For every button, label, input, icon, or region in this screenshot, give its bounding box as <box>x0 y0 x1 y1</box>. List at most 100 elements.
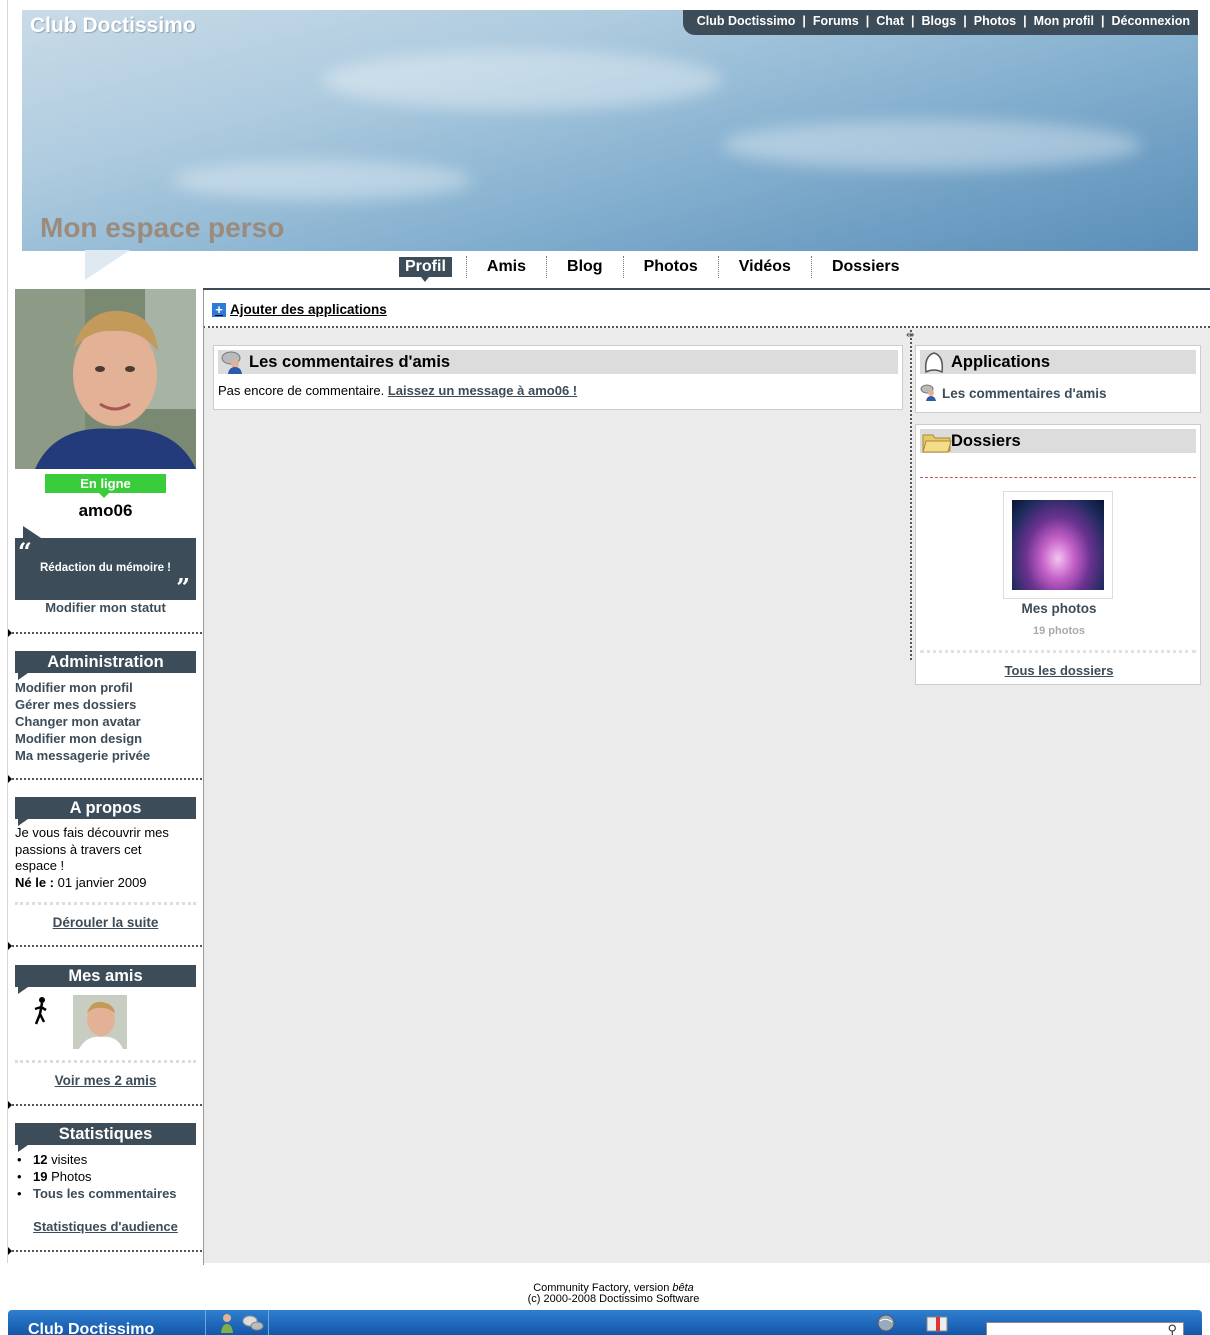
search-input[interactable]: ⚲ <box>986 1322 1184 1335</box>
admin-link-profile[interactable]: Modifier mon profil <box>15 679 150 696</box>
column-handle-icon[interactable]: ⇹ <box>906 330 914 341</box>
photos-label: Photos <box>47 1169 92 1184</box>
status-quote: “ Rédaction du mémoire ! ” <box>15 526 196 602</box>
photos-count: 19 <box>33 1169 48 1184</box>
stats-photos: 19 Photos <box>15 1168 177 1185</box>
comments-panel: Les commentaires d'amis Pas encore de co… <box>213 345 903 410</box>
all-comments-link[interactable]: Tous les commentaires <box>33 1186 177 1201</box>
online-status-badge: En ligne <box>45 474 166 498</box>
column-divider <box>910 330 912 660</box>
header-banner: Club Doctissimo Mon espace perso Club Do… <box>22 10 1198 251</box>
globe-toolbar-icon[interactable] <box>876 1313 896 1335</box>
espace-title: Mon espace perso <box>40 212 285 243</box>
tab-dossiers[interactable]: Dossiers <box>826 257 906 277</box>
topnav-chat[interactable]: Chat <box>876 14 904 28</box>
chat-toolbar-icon[interactable] <box>242 1314 264 1335</box>
stats-comments: Tous les commentaires <box>15 1185 177 1202</box>
status-text: Rédaction du mémoire ! <box>40 562 171 574</box>
modify-status-link[interactable]: Modifier mon statut <box>15 600 196 615</box>
friends-toolbar-icon[interactable] <box>220 1313 238 1335</box>
stats-title: Statistiques <box>15 1123 196 1152</box>
app-item-comments[interactable]: Les commentaires d'amis <box>942 386 1107 401</box>
folder-icon <box>922 429 952 453</box>
tab-photos[interactable]: Photos <box>638 257 704 277</box>
separator <box>8 629 202 637</box>
about-line: Je vous fais découvrir mes <box>15 825 169 840</box>
comments-icon <box>220 350 244 374</box>
site-title[interactable]: Club Doctissimo <box>30 14 196 38</box>
comments-body: Pas encore de commentaire. Laissez un me… <box>218 383 898 398</box>
about-line: espace ! <box>15 858 65 873</box>
topnav-photos[interactable]: Photos <box>974 14 1016 28</box>
about-title: A propos <box>15 797 196 826</box>
tab-amis[interactable]: Amis <box>481 257 532 277</box>
username: amo06 <box>78 501 133 520</box>
applications-list: Les commentaires d'amis <box>920 383 1196 404</box>
visits-label: visites <box>47 1152 88 1167</box>
album-thumbnail[interactable] <box>1003 491 1113 599</box>
main-content: + Ajouter des applications ⇹ Les commenta… <box>203 288 1210 1265</box>
topnav-blogs[interactable]: Blogs <box>922 14 957 28</box>
about-line: passions à travers cet <box>15 841 142 857</box>
plus-icon: + <box>212 302 226 317</box>
comments-app-icon <box>920 383 938 404</box>
friend-avatar[interactable] <box>73 995 127 1049</box>
applications-panel: Applications Les commentaires d'amis <box>915 345 1201 413</box>
tab-blog[interactable]: Blog <box>561 257 609 277</box>
avatar[interactable] <box>15 289 196 469</box>
separator <box>8 1247 202 1255</box>
footer-credits: Community Factory, version bêta (c) 2000… <box>0 1283 1210 1305</box>
album-photo-count: 19 photos <box>1033 625 1085 637</box>
topnav-logout[interactable]: Déconnexion <box>1112 14 1191 28</box>
divider <box>920 650 1196 653</box>
admin-link-messagerie[interactable]: Ma messagerie privée <box>15 747 150 764</box>
dossiers-panel-title: Dossiers <box>951 431 1021 450</box>
search-icon[interactable]: ⚲ <box>1167 1322 1177 1335</box>
comments-panel-title: Les commentaires d'amis <box>249 352 451 371</box>
topnav-profil[interactable]: Mon profil <box>1034 14 1094 28</box>
mail-toolbar-icon[interactable] <box>926 1314 948 1335</box>
dossiers-panel-header: Dossiers <box>920 429 1196 453</box>
stats-visits: 12 visites <box>15 1151 177 1168</box>
visits-count: 12 <box>33 1152 48 1167</box>
friends-link[interactable]: Voir mes 2 amis <box>15 1073 196 1088</box>
no-comments-text: Pas encore de commentaire. <box>218 383 388 398</box>
admin-link-design[interactable]: Modifier mon design <box>15 730 150 747</box>
dossiers-divider <box>920 477 1196 478</box>
friends-title: Mes amis <box>15 965 196 994</box>
album-name[interactable]: Mes photos <box>916 601 1202 616</box>
about-more-link[interactable]: Dérouler la suite <box>15 915 196 930</box>
friend-stickman-icon[interactable] <box>33 996 49 1037</box>
add-applications-link[interactable]: + Ajouter des applications <box>212 302 387 317</box>
separator <box>8 942 202 950</box>
admin-link-avatar[interactable]: Changer mon avatar <box>15 713 150 730</box>
topnav-forums[interactable]: Forums <box>813 14 859 28</box>
admin-links: Modifier mon profil Gérer mes dossiers C… <box>15 679 150 764</box>
divider <box>15 1060 196 1064</box>
separator <box>8 775 202 783</box>
admin-title: Administration <box>15 651 196 680</box>
birth-value: 01 janvier 2009 <box>54 874 147 890</box>
tab-videos[interactable]: Vidéos <box>733 257 797 277</box>
open-quote-icon: “ <box>18 537 32 566</box>
topnav-club[interactable]: Club Doctissimo <box>697 14 796 28</box>
tab-profil[interactable]: Profil <box>399 257 452 282</box>
all-dossiers-link[interactable]: Tous les dossiers <box>916 663 1202 678</box>
audience-stats-link[interactable]: Statistiques d'audience <box>15 1219 196 1234</box>
admin-link-dossiers[interactable]: Gérer mes dossiers <box>15 696 150 713</box>
header-pointer <box>85 250 130 280</box>
about-text: Je vous fais découvrir mes passions à tr… <box>15 825 196 891</box>
leave-message-link[interactable]: Laissez un message à amo06 ! <box>388 383 577 398</box>
applications-icon <box>922 350 946 374</box>
applications-panel-header: Applications <box>920 350 1196 374</box>
dossiers-panel: Dossiers Mes photos 19 photos Tous les d… <box>915 424 1201 685</box>
bottom-bar-title[interactable]: Club Doctissimo <box>28 1321 154 1335</box>
bottom-toolbar: Club Doctissimo ⚲ <box>8 1310 1202 1335</box>
top-navigation: Club Doctissimo | Forums | Chat | Blogs | Ph… <box>682 10 1198 35</box>
profile-tabs: Profil Amis Blog Photos Vidéos Dossiers <box>399 256 906 282</box>
comments-panel-header: Les commentaires d'amis <box>218 350 898 374</box>
close-quote-icon: ” <box>176 573 190 602</box>
stats-list: 12 visites 19 Photos Tous les commentair… <box>15 1151 177 1202</box>
add-app-label: Ajouter des applications <box>230 302 387 317</box>
birth-label: Né le : <box>15 874 55 890</box>
